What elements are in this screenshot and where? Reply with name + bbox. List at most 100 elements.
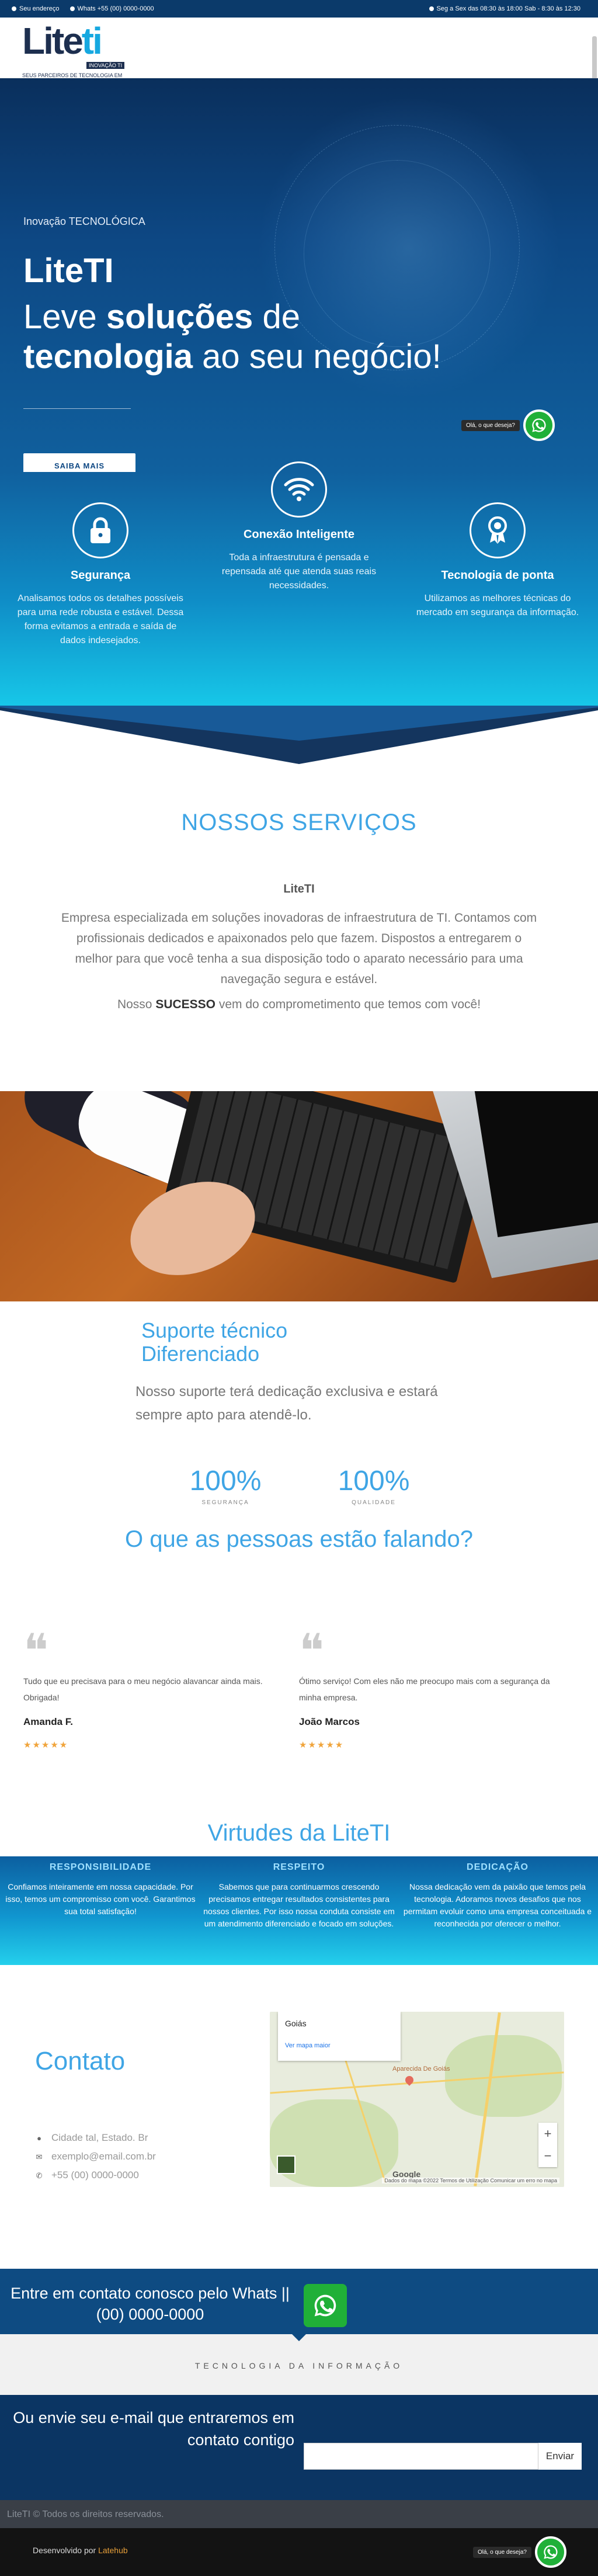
learn-more-button[interactable]: SAIBA MAIS bbox=[23, 453, 135, 472]
virtue-dedication: DEDICAÇÃO Nossa dedicação vem da paixão … bbox=[398, 1862, 597, 1930]
services-paragraph: Empresa especializada em soluções inovad… bbox=[61, 911, 537, 986]
contact-phone-text: +55 (00) 0000-0000 bbox=[51, 2169, 139, 2181]
testimonial-card: ❝ Ótimo serviço! Com eles não me preocup… bbox=[299, 1626, 556, 1750]
testimonial-card: ❝ Tudo que eu precisava para o meu negóc… bbox=[23, 1629, 280, 1750]
star-rating: ★★★★★ bbox=[23, 1740, 69, 1750]
contact-phone[interactable]: ✆ +55 (00) 0000-0000 bbox=[35, 2169, 139, 2181]
virtue-title: DEDICAÇÃO bbox=[467, 1862, 529, 1872]
feature-circle bbox=[470, 502, 526, 558]
developer-link[interactable]: Latehub bbox=[98, 2546, 128, 2555]
hero-brand: LiteTI bbox=[23, 252, 114, 290]
virtue-responsibility: RESPONSIBILIDADE Confiamos inteiramente … bbox=[1, 1862, 200, 1918]
logo-brand-b: ti bbox=[81, 20, 103, 62]
feature-text: Utilizamos as melhores técnicas do merca… bbox=[416, 593, 579, 617]
success-b: SUCESSO bbox=[155, 998, 216, 1011]
footer-credits-bar: Desenvolvido por Latehub Olá, o que dese… bbox=[0, 2528, 598, 2576]
feature-title: Conexão Inteligente bbox=[243, 528, 355, 541]
topbar-email-text: Seu endereço bbox=[19, 5, 60, 12]
services-section: NOSSOS SERVIÇOS LiteTI Empresa especiali… bbox=[0, 764, 598, 1091]
services-title: NOSSOS SERVIÇOS bbox=[181, 810, 417, 835]
zoom-out-button[interactable]: − bbox=[538, 2145, 557, 2167]
whatsapp-chat-widget[interactable]: Olá, o que deseja? bbox=[461, 409, 555, 441]
phone-icon bbox=[69, 6, 75, 11]
site-header: Liteti INOVAÇÃO TI SEUS PARCEIROS DE TEC… bbox=[0, 18, 598, 106]
services-success-line: Nosso SUCESSO vem do comprometimento que… bbox=[60, 994, 538, 1015]
map-city-label: Aparecida De Goiás bbox=[392, 2065, 450, 2072]
hero-divider bbox=[23, 408, 131, 409]
tagline-band: TECNOLOGIA DA INFORMAÇÃO bbox=[0, 2334, 598, 2395]
whatsapp-chip-label: Olá, o que deseja? bbox=[473, 2546, 531, 2558]
support-title-1: Suporte técnico bbox=[141, 1318, 288, 1342]
logo-badge: INOVAÇÃO TI bbox=[86, 62, 125, 69]
whatsapp-cta: Entre em contato conosco pelo Whats || (… bbox=[0, 2269, 598, 2334]
email-input[interactable] bbox=[304, 2443, 538, 2470]
virtue-text: Sabemos que para continuarmos crescendo … bbox=[203, 1882, 395, 1928]
hero-line2-b: ao seu negócio! bbox=[193, 338, 441, 376]
hero-line1-b: soluções bbox=[106, 298, 253, 336]
feature-technology: Tecnologia de ponta Utilizamos as melhor… bbox=[410, 502, 585, 620]
feature-security: Segurança Analisamos todos os detalhes p… bbox=[13, 502, 188, 648]
quote-icon: ❝ bbox=[299, 1626, 325, 1678]
logo-wordmark: Liteti bbox=[22, 22, 133, 60]
send-button[interactable]: Enviar bbox=[538, 2443, 582, 2470]
whatsapp-icon bbox=[314, 2294, 336, 2317]
tagline-text: TECNOLOGIA DA INFORMAÇÃO bbox=[194, 2361, 404, 2370]
topbar-whats-text: Whats +55 (00) 0000-0000 bbox=[77, 5, 154, 12]
cta-text: Entre em contato conosco pelo Whats || (… bbox=[11, 2285, 290, 2323]
testimonial-author: Amanda F. bbox=[23, 1716, 74, 1727]
map-credits[interactable]: Dados do mapa ©2022 Termos de Utilização… bbox=[382, 2178, 559, 2183]
topbar-whats[interactable]: Whats +55 (00) 0000-0000 bbox=[69, 5, 154, 12]
hero-headline-1: Leve soluções de bbox=[23, 297, 300, 336]
features-section: Segurança Analisamos todos os detalhes p… bbox=[0, 461, 598, 706]
support-section: Suporte técnico Diferenciado Nosso suport… bbox=[0, 1301, 598, 1634]
wifi-icon bbox=[284, 478, 314, 501]
topbar-hours-text: Seg a Sex das 08:30 às 18:00 Sab - 8:30 … bbox=[436, 5, 580, 12]
contact-section: Contato ● Cidade tal, Estado. Br ✉ exemplo… bbox=[0, 1965, 598, 2269]
virtue-respect: RESPEITO Sabemos que para continuarmos c… bbox=[200, 1862, 398, 1930]
stat-quality: 100% QUALIDADE bbox=[321, 1465, 426, 1506]
feature-text: Analisamos todos os detalhes possíveis p… bbox=[17, 593, 184, 645]
email-icon bbox=[12, 6, 16, 11]
section-divider bbox=[0, 706, 598, 764]
map-marker-icon: ● bbox=[37, 2134, 41, 2143]
contact-email-text: exemplo@email.com.br bbox=[51, 2151, 156, 2162]
stat-security: 100% SEGURANÇA bbox=[173, 1465, 278, 1506]
lock-icon bbox=[91, 517, 110, 543]
zoom-in-button[interactable]: + bbox=[538, 2123, 557, 2145]
star-rating: ★★★★★ bbox=[299, 1740, 345, 1750]
feature-circle bbox=[72, 502, 128, 558]
contact-title: Contato bbox=[35, 2047, 126, 2075]
testimonial-author: João Marcos bbox=[299, 1716, 360, 1727]
newsletter-section: Ou envie seu e-mail que entraremos em co… bbox=[0, 2395, 598, 2500]
map-place: Goiás bbox=[285, 2019, 307, 2028]
support-title: Suporte técnico Diferenciado bbox=[141, 1319, 287, 1366]
stat-label: QUALIDADE bbox=[352, 1499, 396, 1506]
envelope-icon: ✉ bbox=[36, 2153, 43, 2161]
contact-email[interactable]: ✉ exemplo@email.com.br bbox=[35, 2151, 156, 2162]
hero-line1-a: Leve bbox=[23, 298, 106, 336]
clock-icon bbox=[429, 6, 434, 11]
whatsapp-button[interactable] bbox=[304, 2284, 347, 2327]
satellite-toggle[interactable] bbox=[277, 2155, 295, 2174]
logo-brand-a: Lite bbox=[22, 20, 84, 62]
logo[interactable]: Liteti INOVAÇÃO TI SEUS PARCEIROS DE TEC… bbox=[22, 22, 133, 84]
network-ring-inner bbox=[304, 160, 491, 347]
award-icon bbox=[488, 516, 507, 544]
footer-copyright-bar: LiteTI © Todos os direitos reservados. bbox=[0, 2500, 598, 2528]
hero-kicker: Inovação TECNOLÓGICA bbox=[23, 216, 145, 227]
dev-prefix: Desenvolvido por bbox=[33, 2546, 99, 2555]
topbar-email[interactable]: Seu endereço bbox=[12, 5, 60, 12]
whatsapp-icon[interactable] bbox=[523, 409, 555, 441]
newsletter-text: Ou envie seu e-mail que entraremos em co… bbox=[13, 2409, 294, 2449]
testimonial-text: Ótimo serviço! Com eles não me preocupo … bbox=[299, 1676, 550, 1702]
feature-text: Toda a infraestrutura é pensada e repens… bbox=[221, 553, 377, 591]
phone-icon: ✆ bbox=[36, 2171, 43, 2180]
stat-value: 100% bbox=[338, 1466, 410, 1497]
whatsapp-icon[interactable] bbox=[534, 2536, 566, 2568]
map-larger-link[interactable]: Ver mapa maior bbox=[285, 2042, 394, 2049]
copyright-text: LiteTI © Todos os direitos reservados. bbox=[7, 2509, 164, 2519]
google-map[interactable]: Aparecida De Goiás Goiás Ver mapa maior … bbox=[270, 2012, 564, 2187]
whatsapp-chat-widget-footer[interactable]: Olá, o que deseja? bbox=[473, 2536, 566, 2568]
support-title-2: Diferenciado bbox=[141, 1342, 260, 1366]
contact-address: ● Cidade tal, Estado. Br bbox=[35, 2132, 148, 2144]
